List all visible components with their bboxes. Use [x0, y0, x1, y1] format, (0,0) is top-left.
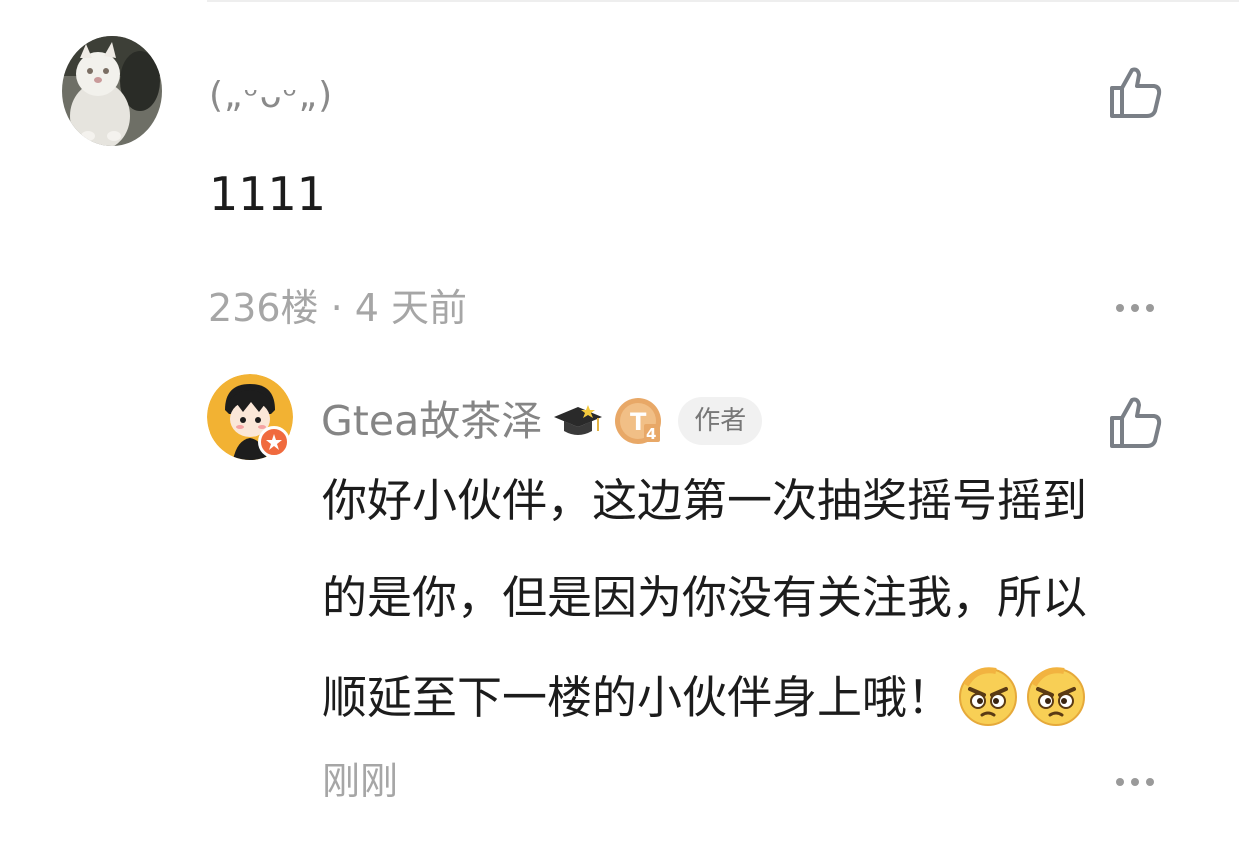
comment-like-button[interactable]	[1106, 64, 1164, 122]
comment-meta: 236楼 · 4 天前	[208, 284, 467, 332]
comment-text: 1111	[209, 167, 327, 221]
author-tag: 作者	[678, 397, 763, 445]
reply-more-button[interactable]	[1114, 774, 1158, 790]
thumbs-up-icon	[1110, 397, 1162, 448]
reply-line-last: 顺延至下一楼的小伙伴身上哦！	[322, 638, 1172, 742]
reply-text: 你好小伙伴，这边第一次抽奖摇号摇到 的是你，但是因为你没有关注我，所以 顺延至下…	[322, 468, 1172, 742]
comment-more-button[interactable]	[1114, 300, 1158, 316]
thumbs-up-icon	[1110, 67, 1162, 118]
reply-time: 刚刚	[322, 759, 399, 803]
more-dots-icon	[1116, 778, 1154, 786]
top-divider	[207, 0, 1239, 2]
reply-line: 的是你，但是因为你没有关注我，所以	[322, 571, 1088, 624]
comment-floor: 236楼	[208, 286, 319, 330]
cat-avatar-icon	[62, 36, 162, 146]
glaring-face-emoji-icon	[959, 667, 1018, 726]
reply-line-text: 顺延至下一楼的小伙伴身上哦！	[322, 671, 953, 724]
level-badge: T 4	[614, 396, 664, 446]
level-number: 4	[646, 425, 656, 443]
level-badge-icon: T 4	[615, 398, 662, 444]
glaring-face-emoji-icon	[1027, 667, 1086, 726]
meta-separator: ·	[318, 286, 355, 330]
avatar-star-badge	[258, 426, 290, 458]
comment-username[interactable]: („ᵕᴗᵕ„)	[209, 66, 333, 126]
graduation-cap-icon	[554, 405, 603, 435]
comment-avatar[interactable]	[62, 36, 162, 146]
graduation-cap-badge	[552, 401, 604, 441]
reply-line: 你好小伙伴，这边第一次抽奖摇号摇到	[322, 474, 1088, 527]
more-dots-icon	[1116, 304, 1154, 312]
reply-like-button[interactable]	[1106, 394, 1164, 452]
star-icon	[266, 434, 282, 450]
reply-username[interactable]: Gtea故茶泽	[321, 394, 542, 448]
comment-time: 4 天前	[354, 286, 468, 330]
reply-user-row: Gtea故茶泽 T 4 作者	[321, 394, 763, 448]
